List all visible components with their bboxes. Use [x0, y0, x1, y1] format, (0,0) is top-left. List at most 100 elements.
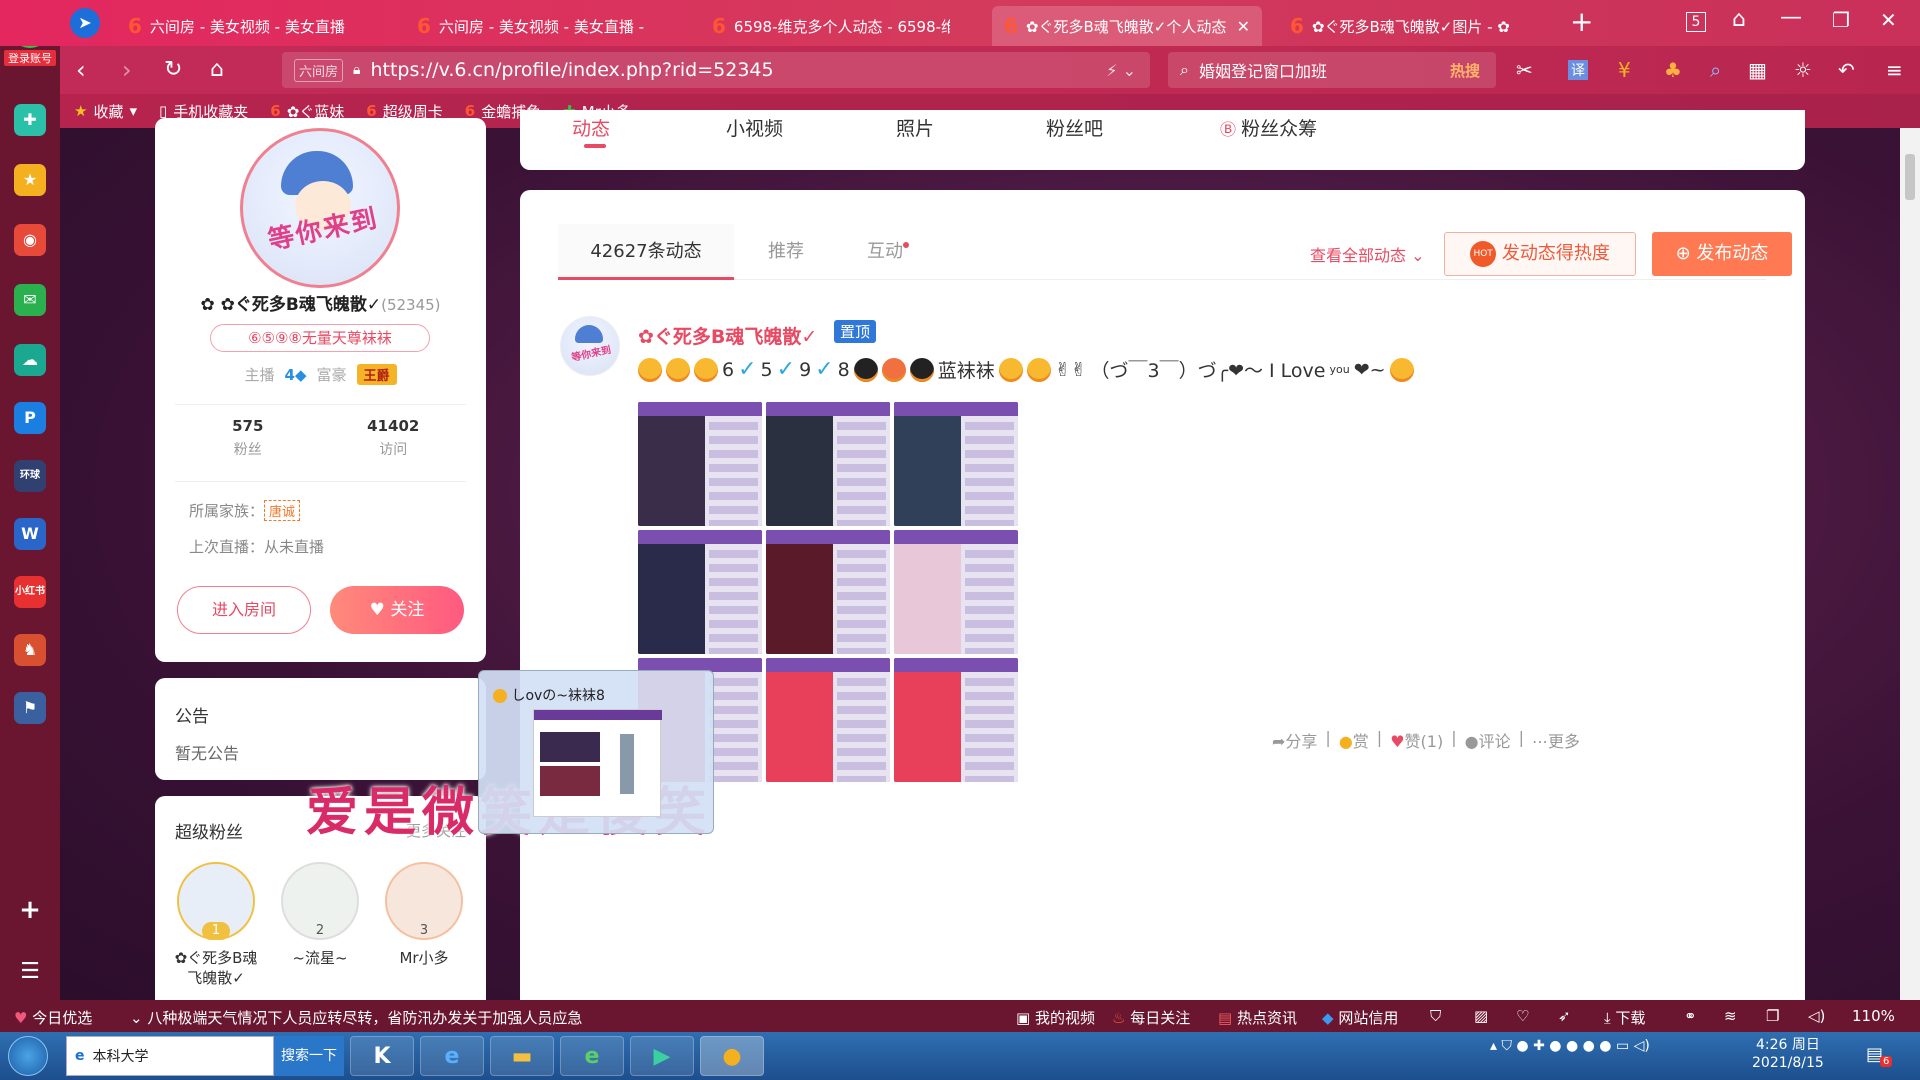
fan-item-1[interactable]: 1 ✿ぐ死多B魂飞魄散✓: [171, 862, 261, 988]
comment-action[interactable]: ●评论: [1465, 728, 1511, 752]
taskbar-search-button[interactable]: 搜索一下: [274, 1036, 344, 1076]
enter-room-button[interactable]: 进入房间: [177, 586, 311, 634]
url-field[interactable]: 六间房 🔒︎ https://v.6.cn/profile/index.php?…: [282, 52, 1150, 88]
follow-button[interactable]: ♥ 关注: [330, 586, 464, 634]
like-action[interactable]: ♥赞(1): [1390, 728, 1443, 752]
tab-2[interactable]: 6 六间房 - 美女视频 - 美女直播 -: [405, 6, 655, 46]
apps-grid-icon[interactable]: ▦: [1748, 58, 1767, 82]
six-room-app-icon[interactable]: ●: [700, 1036, 764, 1076]
zoom-search-icon[interactable]: ⌕: [1710, 58, 1721, 82]
ie-browser-icon[interactable]: e: [420, 1036, 484, 1076]
video-player-icon[interactable]: ▶: [630, 1036, 694, 1076]
profile-avatar[interactable]: 等你来到: [240, 128, 400, 288]
qr-chevron-icon[interactable]: ⚡ ⌄: [1106, 61, 1136, 80]
taskbar-preview-popup[interactable]: しovの~袜袜8: [478, 670, 714, 834]
translate-icon[interactable]: 译: [1568, 60, 1588, 80]
close-tab-icon[interactable]: ✕: [1237, 17, 1250, 36]
tab-count-icon[interactable]: 5: [1686, 12, 1706, 32]
refresh-icon[interactable]: ↻: [164, 56, 182, 84]
daily-focus-link[interactable]: ♨ 每日关注: [1112, 1007, 1190, 1028]
clock[interactable]: 4:26 周日 2021/8/15: [1752, 1036, 1824, 1072]
word-doc-icon[interactable]: W: [14, 518, 46, 550]
back-icon[interactable]: ‹: [76, 56, 86, 84]
p-app-icon[interactable]: P: [14, 402, 46, 434]
gamepad-icon[interactable]: ♣: [1664, 58, 1682, 82]
post-image[interactable]: [894, 402, 1018, 526]
share-action[interactable]: ➦分享: [1272, 728, 1317, 752]
fan-item-3[interactable]: 3 Mr小多: [379, 862, 469, 968]
navigation-icon[interactable]: ➤: [70, 8, 100, 38]
taskbar-search-box[interactable]: e 本科大学: [66, 1036, 274, 1076]
news-headline[interactable]: ⌄ 八种极端天气情况下人员应转尽转，省防汛办发关于加强人员应急: [130, 1007, 582, 1028]
shirt-skin-icon[interactable]: ⌂: [1732, 6, 1746, 34]
tab-1[interactable]: 6 六间房 - 美女视频 - 美女直播: [116, 6, 346, 46]
family-badge[interactable]: 唐诚: [264, 500, 301, 521]
window-icon[interactable]: ❐: [1766, 1007, 1779, 1025]
post-image[interactable]: [638, 530, 762, 654]
system-tray[interactable]: ▴ ⛉ ● ✚ ● ● ● ● ▭ ◁): [1490, 1038, 1650, 1054]
scissors-icon[interactable]: ✂: [1516, 58, 1533, 82]
hot-news-link[interactable]: ▤ 热点资讯: [1218, 1007, 1297, 1028]
plus-app-icon[interactable]: ✚: [14, 104, 46, 136]
cloud-icon[interactable]: ☁: [14, 344, 46, 376]
view-all-dropdown[interactable]: 查看全部动态 ⌄: [1310, 242, 1425, 266]
sound-icon[interactable]: ◁): [1808, 1007, 1825, 1025]
post-image[interactable]: [894, 530, 1018, 654]
post-image[interactable]: [766, 530, 890, 654]
fans-stat[interactable]: 575 粉丝: [175, 405, 321, 481]
tab-feed[interactable]: 动态: [572, 114, 610, 141]
home-icon[interactable]: ⌂: [210, 56, 224, 84]
menu-icon[interactable]: ≡: [1886, 58, 1903, 82]
shield-icon[interactable]: ⛉: [1430, 1007, 1441, 1025]
wifi-icon[interactable]: ≋: [1724, 1007, 1737, 1025]
fan-item-2[interactable]: 2 ~流星~: [275, 862, 365, 968]
page-scrollbar[interactable]: [1900, 128, 1920, 1032]
search-input[interactable]: ⌕ 婚姻登记窗口加班 热搜: [1168, 52, 1496, 88]
post-image[interactable]: [894, 658, 1018, 782]
post-image[interactable]: [766, 402, 890, 526]
tab-fan-bar[interactable]: 粉丝吧: [1046, 114, 1103, 141]
game-app-2-icon[interactable]: ⚑: [14, 692, 46, 724]
start-button[interactable]: [8, 1036, 48, 1076]
heart-outline-icon[interactable]: ♡: [1516, 1007, 1529, 1025]
redbook-icon[interactable]: 小红书: [14, 576, 46, 608]
minimize-icon[interactable]: —: [1780, 4, 1802, 32]
bookmark-favorites[interactable]: ★ 收藏 ▾: [74, 101, 137, 122]
forward-icon[interactable]: ›: [122, 56, 132, 84]
post-author-avatar[interactable]: 等你来到: [560, 316, 620, 376]
notification-icon[interactable]: ▤ 6: [1866, 1044, 1893, 1067]
k-app-icon[interactable]: K: [350, 1036, 414, 1076]
my-video-link[interactable]: ▣ 我的视频: [1016, 1007, 1095, 1028]
zoom-level[interactable]: 110%: [1852, 1007, 1895, 1025]
add-icon[interactable]: +: [14, 894, 46, 926]
tab-5[interactable]: 6 ✿ぐ死多B魂飞魄散✓图片 - ✿: [1278, 6, 1528, 46]
menu-list-icon[interactable]: ☰: [14, 956, 46, 988]
mail-icon[interactable]: ✉: [14, 284, 46, 316]
feed-tab-interact[interactable]: 互动: [838, 224, 938, 280]
undo-icon[interactable]: ↶: [1838, 58, 1855, 82]
tab-crowdfund[interactable]: Ⓑ 粉丝众筹: [1220, 114, 1317, 141]
image-icon[interactable]: ▨: [1474, 1007, 1488, 1025]
link-icon[interactable]: ⚭: [1684, 1007, 1697, 1025]
game-app-icon[interactable]: ♞: [14, 634, 46, 666]
news-app-icon[interactable]: 环球: [14, 460, 46, 492]
feed-tab-recommend[interactable]: 推荐: [734, 224, 838, 280]
more-action[interactable]: ⋯更多: [1532, 728, 1580, 752]
scrollbar-thumb[interactable]: [1905, 154, 1915, 200]
tab-photos[interactable]: 照片: [896, 114, 934, 141]
coin-icon[interactable]: ¥: [1618, 58, 1631, 82]
post-author-name[interactable]: ✿ぐ死多B魂飞魄散✓: [638, 322, 817, 349]
site-credit-link[interactable]: ◆ 网站信用: [1322, 1007, 1398, 1028]
rocket-icon[interactable]: ➶: [1558, 1007, 1571, 1025]
new-tab-icon[interactable]: +: [1570, 8, 1593, 36]
reward-action[interactable]: ●赏: [1339, 728, 1369, 752]
brightness-icon[interactable]: ☼: [1794, 58, 1812, 82]
tab-short-video[interactable]: 小视频: [726, 114, 783, 141]
folder-icon[interactable]: ▬: [490, 1036, 554, 1076]
post-image[interactable]: [638, 402, 762, 526]
favorite-star-icon[interactable]: ★: [14, 164, 46, 196]
weibo-icon[interactable]: ◉: [14, 224, 46, 256]
tab-3[interactable]: 6 6598-维克多个人动态 - 6598-维: [700, 6, 950, 46]
post-image[interactable]: [766, 658, 890, 782]
tab-4-active[interactable]: 6 ✿ぐ死多B魂飞魄散✓个人动态 ✕: [992, 6, 1262, 46]
